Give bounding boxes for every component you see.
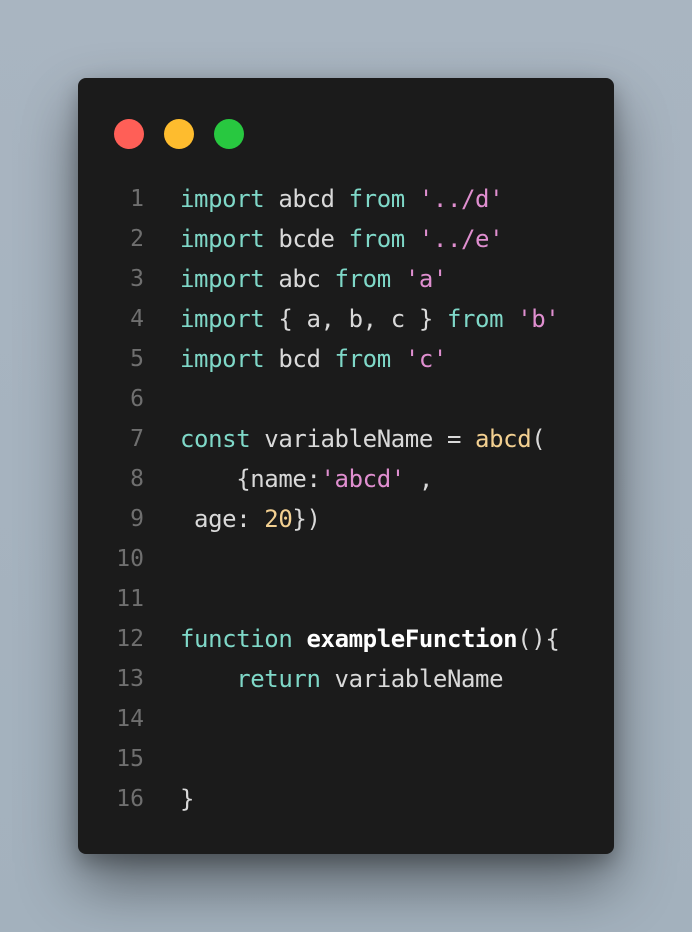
code-token-keyword: from [446, 305, 504, 333]
code-token-plain: (){ [517, 625, 560, 653]
code-token-string: 'abcd' [320, 465, 406, 493]
code-line-content: age: 20}) [180, 499, 321, 539]
line-number: 2 [130, 226, 144, 252]
code-line-content: const variableName = abcd( [180, 419, 546, 459]
line-number: 13 [116, 666, 144, 692]
code-token-keyword: from [334, 345, 392, 373]
code-line[interactable]: 2 import bcde from '../e' [78, 219, 614, 259]
line-number: 8 [130, 466, 144, 492]
code-token-string: 'a' [404, 265, 448, 293]
code-token-plain: } [180, 785, 195, 813]
code-token-plain: ( [531, 425, 546, 453]
line-number: 12 [116, 626, 144, 652]
code-line-content: import abcd from '../d' [180, 179, 504, 219]
line-number: 11 [116, 586, 144, 612]
code-token-plain: abc [264, 265, 335, 293]
code-token-string: '../d' [418, 185, 504, 213]
code-token-plain: variableName = [250, 425, 476, 453]
code-line[interactable]: 8 {name:'abcd' , [78, 459, 614, 499]
code-token-keyword: import [180, 345, 265, 373]
minimize-button-icon[interactable] [164, 119, 194, 149]
code-token-keyword: const [180, 425, 251, 453]
code-line-content: } [180, 779, 194, 819]
code-line-content: import bcde from '../e' [180, 219, 504, 259]
code-token-keyword: function [180, 625, 293, 653]
code-window: 1 import abcd from '../d' 2 import bcde fro… [78, 78, 614, 854]
window-controls [114, 119, 244, 149]
line-number: 5 [130, 346, 144, 372]
code-token-plain: {name: [180, 465, 321, 493]
code-token-func: abcd [475, 425, 532, 453]
code-line-content: function exampleFunction(){ [180, 619, 560, 659]
code-line-content: import abc from 'a' [180, 259, 447, 299]
code-line[interactable]: 9 age: 20}) [78, 499, 614, 539]
code-token-keyword: import [180, 305, 265, 333]
code-line[interactable]: 5 import bcd from 'c' [78, 339, 614, 379]
code-token-keyword: from [348, 185, 406, 213]
code-token-plain: bcde [264, 225, 349, 253]
code-token-keyword: import [180, 225, 265, 253]
line-number: 4 [130, 306, 144, 332]
code-token-plain: { a, b, c } [264, 305, 447, 333]
code-line[interactable]: 1 import abcd from '../d' [78, 179, 614, 219]
line-number: 9 [130, 506, 144, 532]
code-token-plain: , [404, 465, 433, 493]
line-number: 1 [130, 186, 144, 212]
code-token-plain: age: [180, 505, 265, 533]
code-token-string: 'b' [517, 305, 560, 333]
code-token-plain: bcd [264, 345, 335, 373]
line-number: 16 [116, 786, 144, 812]
code-token-plain: variableName [320, 665, 504, 693]
code-line[interactable]: 3 import abc from 'a' [78, 259, 614, 299]
code-token-string: '../e' [418, 225, 504, 253]
code-token-keyword: return [236, 665, 321, 693]
line-number: 3 [130, 266, 144, 292]
code-line-content: return variableName [180, 659, 503, 699]
maximize-button-icon[interactable] [214, 119, 244, 149]
code-line[interactable]: 6 [78, 379, 614, 419]
code-line[interactable]: 15 [78, 739, 614, 779]
code-token-keyword: from [348, 225, 406, 253]
line-number: 14 [116, 706, 144, 732]
code-line[interactable]: 7 const variableName = abcd( [78, 419, 614, 459]
code-token-keyword: import [180, 265, 265, 293]
code-token-plain: abcd [264, 185, 349, 213]
code-line[interactable]: 13 return variableName [78, 659, 614, 699]
code-token-string: 'c' [404, 345, 448, 373]
code-token-keyword: import [180, 185, 265, 213]
code-token-plain: }) [292, 505, 321, 533]
code-token-keyword: from [334, 265, 392, 293]
line-number: 10 [116, 546, 144, 572]
line-number: 6 [130, 386, 144, 412]
line-number: 15 [116, 746, 144, 772]
code-token-def: exampleFunction [306, 625, 518, 653]
code-line-content: import bcd from 'c' [180, 339, 447, 379]
code-line[interactable]: 16} [78, 779, 614, 819]
code-line[interactable]: 14 [78, 699, 614, 739]
code-line[interactable]: 12 function exampleFunction(){ [78, 619, 614, 659]
code-line[interactable]: 10 [78, 539, 614, 579]
code-line[interactable]: 11 [78, 579, 614, 619]
close-button-icon[interactable] [114, 119, 144, 149]
code-line[interactable]: 4 import { a, b, c } from 'b' [78, 299, 614, 339]
code-editor[interactable]: 1 import abcd from '../d' 2 import bcde fro… [78, 179, 614, 819]
code-line-content: {name:'abcd' , [180, 459, 433, 499]
line-number: 7 [130, 426, 144, 452]
code-line-content: import { a, b, c } from 'b' [180, 299, 560, 339]
code-token-number: 20 [264, 505, 293, 533]
